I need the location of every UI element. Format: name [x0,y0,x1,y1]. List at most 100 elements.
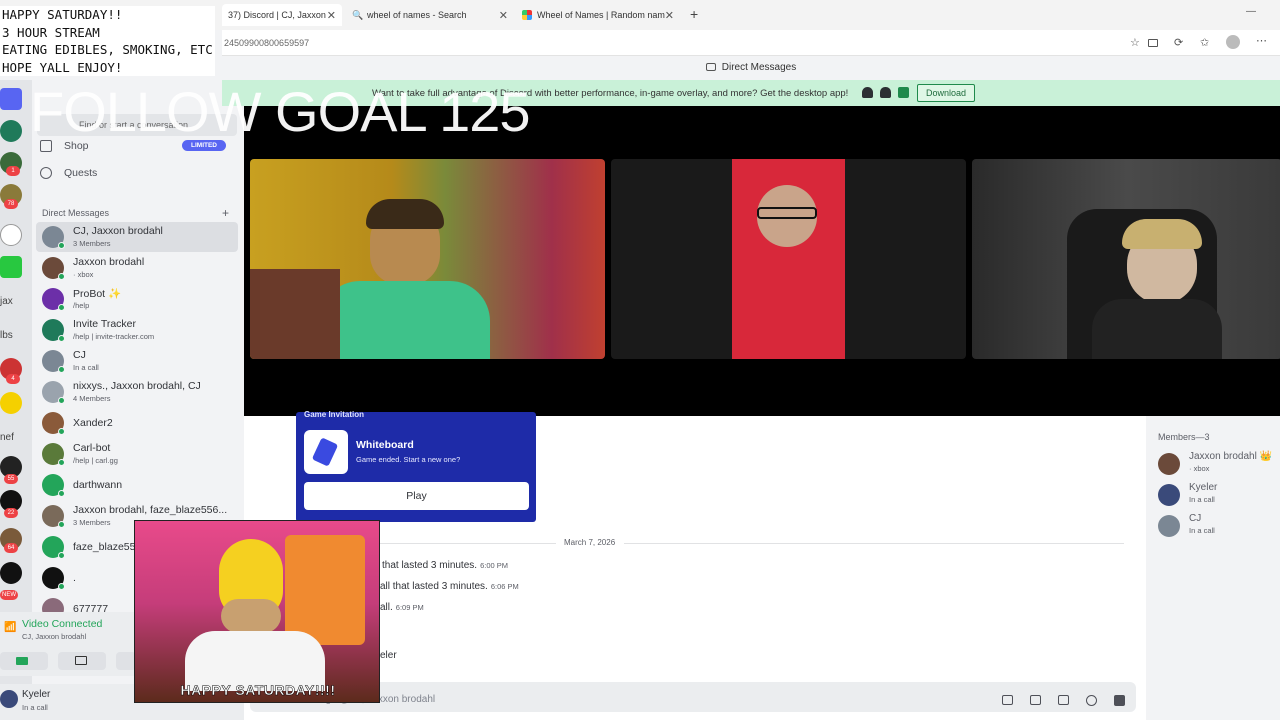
sticker-icon[interactable] [1058,695,1069,705]
activity-button[interactable] [116,652,136,670]
server-label[interactable]: nef [0,432,14,443]
video-tile-cj[interactable] [611,159,966,359]
server-label[interactable]: jax [0,296,13,307]
camera-icon[interactable] [1148,39,1158,47]
game-invitation-label: Game Invitation [304,410,365,419]
date-divider: March 7, 2026 [564,538,616,547]
member-item[interactable]: Kyeler In a call [1156,481,1276,509]
minimize-icon[interactable]: — [1246,6,1256,17]
dm-item[interactable]: Invite Tracker/help | invite-tracker.com [36,315,238,345]
sidebar-item-quests[interactable]: Quests [40,163,97,183]
member-item[interactable]: Jaxxon brodahl 👑 · xbox [1156,450,1276,478]
dm-name: Carl-bot [73,442,111,454]
apps-icon[interactable] [1114,695,1125,706]
server-icon[interactable] [0,392,22,414]
call-message: that lasted 3 minutes. 6:00 PM [382,560,508,571]
status-dot [58,397,65,404]
message-text: all that lasted 3 minutes. [380,581,488,592]
dm-name: ProBot ✨ [73,288,122,300]
discord-home-icon[interactable] [0,88,22,110]
dm-item[interactable]: Jaxxon brodahl · xbox [36,253,238,283]
member-list: Members—3 Jaxxon brodahl 👑 · xbox Kyeler… [1146,416,1280,720]
download-button[interactable]: Download [917,84,975,102]
play-button[interactable]: Play [304,482,529,510]
members-header: Members—3 [1158,432,1210,442]
video-toggle-button[interactable] [0,652,48,670]
participant-hair [1122,219,1202,249]
status-dot [58,490,65,497]
dm-name: Xander2 [73,417,113,429]
emoji-icon[interactable] [1086,695,1097,706]
video-tile-kyeler[interactable] [972,159,1280,359]
participant-shirt [320,281,490,359]
dm-subtitle: 3 Members [73,518,111,527]
server-icon[interactable] [0,562,22,584]
dm-name: Invite Tracker [73,318,137,330]
server-icon[interactable] [0,120,22,142]
member-status: In a call [1189,495,1215,504]
profile-avatar[interactable] [1226,35,1240,49]
unread-badge: 64 [4,543,18,553]
server-icon[interactable] [0,256,22,278]
create-dm-button[interactable]: + [222,206,229,220]
server-icon[interactable] [0,224,22,246]
dm-subtitle: /help | carl.gg [73,456,118,465]
stream-note-overlay: HAPPY SATURDAY!! 3 HOUR STREAM EATING ED… [0,6,215,77]
url-text[interactable]: 24509900800659597 [224,38,309,48]
dm-item[interactable]: nixxys., Jaxxon brodahl, CJ 4 Members [36,377,238,407]
dm-item[interactable]: ProBot ✨/help [36,284,238,314]
dm-name: nixxys., Jaxxon brodahl, CJ [73,380,201,392]
quests-icon [40,167,52,179]
screen-share-button[interactable] [58,652,106,670]
more-icon[interactable]: ⋯ [1256,34,1267,47]
voice-status-title[interactable]: Video Connected [22,618,102,630]
game-title: Whiteboard [356,439,414,451]
dm-item[interactable]: Xander2 [36,408,238,438]
server-label[interactable]: lbs [0,330,13,341]
gift-icon[interactable] [1002,695,1013,705]
message-author: eler [380,650,397,661]
game-subtitle: Game ended. Start a new one? [356,455,461,464]
status-dot [58,304,65,311]
close-icon[interactable]: ✕ [327,9,336,22]
tab-label: wheel of names - Search [367,10,467,20]
new-tab-button[interactable]: + [690,6,698,22]
status-dot [58,521,65,528]
avatar [1158,453,1180,475]
address-bar[interactable]: 24509900800659597 ☆ ⟳ ✩ ⋯ [222,30,1280,56]
window-title: Direct Messages [721,62,797,73]
search-icon: 🔍 [352,10,364,20]
gif-caption: HAPPY SATURDAY!!!! [180,682,336,699]
dm-subtitle: /help | invite-tracker.com [73,332,155,341]
dm-item[interactable]: CJ, Jaxxon brodahl 3 Members [36,222,238,252]
status-dot [58,335,65,342]
star-icon[interactable]: ☆ [1130,36,1140,49]
wheel-icon [522,10,532,20]
dm-subtitle: In a call [73,363,99,372]
dm-name: Jaxxon brodahl [73,256,145,268]
camera-icon [16,657,28,665]
tab-discord[interactable]: 37) Discord | CJ, Jaxxon brodahl ✕ [222,4,342,26]
video-tile-jaxxon[interactable] [250,159,605,359]
tab-wheel-of-names[interactable]: Wheel of Names | Random name picker ✕ [516,4,680,26]
participant-glasses [757,207,817,219]
member-item[interactable]: CJ In a call [1156,512,1276,540]
dm-item[interactable]: darthwann [36,470,238,500]
refresh-icon[interactable]: ⟳ [1174,36,1183,49]
avatar[interactable] [0,690,18,708]
avatar [1158,484,1180,506]
favorites-icon[interactable]: ✩ [1200,36,1209,49]
unread-badge: 4 [6,374,20,384]
gif-icon[interactable] [1030,695,1041,705]
unread-badge: 78 [4,199,18,209]
close-icon[interactable]: ✕ [499,9,508,22]
participant-shirt [1092,299,1222,359]
tab-search[interactable]: 🔍 wheel of names - Search ✕ [346,4,514,26]
message-time: 6:06 PM [490,582,519,591]
user-name[interactable]: Kyeler [22,689,50,700]
dm-item[interactable]: Carl-bot/help | carl.gg [36,439,238,469]
close-icon[interactable]: ✕ [665,9,674,22]
dm-item[interactable]: CJ In a call [36,346,238,376]
voice-channel-name[interactable]: CJ, Jaxxon brodahl [22,632,86,641]
member-name: Kyeler [1189,482,1218,493]
